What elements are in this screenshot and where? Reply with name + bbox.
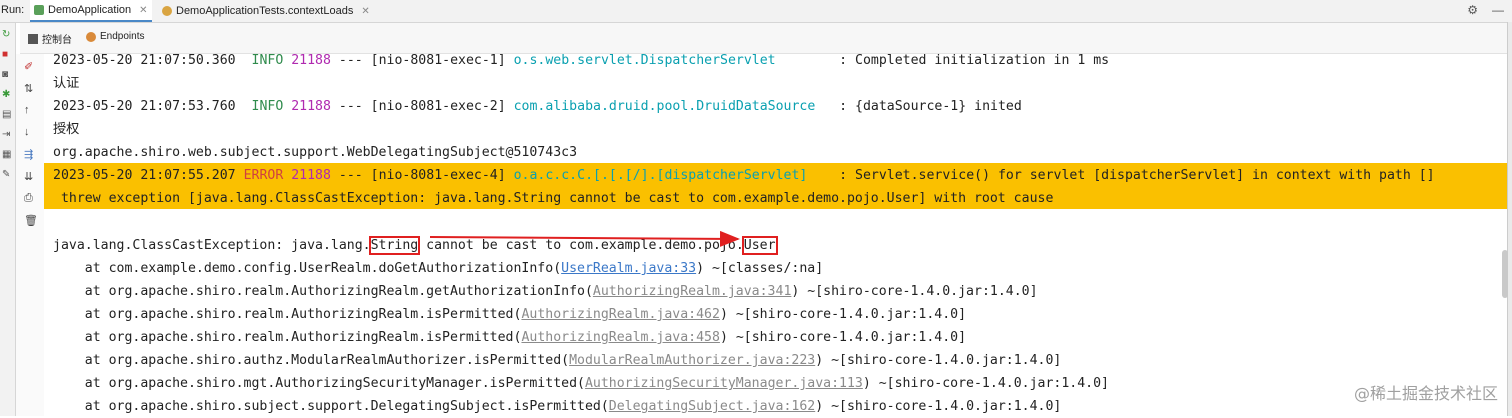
log-line: 2023-05-20 21:07:50.360 INFO 21188 --- [… [53, 53, 1110, 68]
source-link[interactable]: ModularRealmAuthorizer.java:223 [569, 353, 815, 368]
layout-icon[interactable]: ▤ [2, 109, 11, 120]
user-annotation-box: User [741, 236, 778, 255]
endpoints-icon [86, 31, 96, 42]
debug-icon[interactable]: ✱ [2, 89, 10, 100]
stack-frame: at org.apache.shiro.realm.AuthorizingRea… [53, 330, 967, 345]
minimize-icon[interactable]: — [1492, 3, 1504, 17]
soft-wrap-icon[interactable]: ⇶ [24, 148, 33, 161]
clear-icon[interactable]: ✐ [24, 60, 33, 73]
grid-icon[interactable]: ▦ [2, 149, 11, 160]
close-icon[interactable]: ✕ [139, 5, 147, 16]
console-icon [28, 33, 38, 44]
sort-icon[interactable]: ⇅ [24, 82, 33, 95]
source-link[interactable]: AuthorizingRealm.java:462 [521, 307, 720, 322]
watermark: @稀土掘金技术社区 [1353, 384, 1498, 403]
stack-frame: at org.apache.shiro.realm.AuthorizingRea… [53, 307, 967, 322]
exception-line: java.lang.ClassCastException: java.lang.… [53, 236, 778, 255]
down-arrow-icon[interactable]: ↓ [24, 126, 30, 138]
log-line: 授权 [53, 122, 80, 137]
run-label: Run: [1, 4, 25, 16]
source-link[interactable]: AuthorizingRealm.java:458 [521, 330, 720, 345]
gear-icon[interactable]: ⚙ [1467, 3, 1478, 17]
log-line: 认证 [53, 76, 80, 91]
pin-icon[interactable]: ✎ [2, 169, 10, 180]
console-output[interactable]: 2023-05-20 21:07:50.360 INFO 21188 --- [… [44, 53, 1508, 416]
console-toolbar: ✐ ⇅ ↑ ↓ ⇶ ⇊ ⎙ 🗑 [16, 54, 44, 416]
print-icon[interactable]: ⎙ [24, 192, 33, 205]
tab-endpoints[interactable]: Endpoints [86, 31, 144, 42]
stack-frame: at org.apache.shiro.subject.support.Dele… [53, 399, 1062, 414]
close-icon[interactable]: ✕ [361, 6, 369, 17]
stack-frame: at com.example.demo.config.UserRealm.doG… [53, 261, 824, 276]
scrollbar-thumb[interactable] [1502, 250, 1508, 298]
stack-frame: at org.apache.shiro.realm.AuthorizingRea… [53, 284, 1038, 299]
error-line: threw exception [java.lang.ClassCastExce… [53, 191, 1054, 206]
scroll-end-icon[interactable]: ⇊ [24, 170, 33, 183]
log-line: 2023-05-20 21:07:53.760 INFO 21188 --- [… [53, 99, 1022, 114]
source-link[interactable]: UserRealm.java:33 [561, 261, 696, 276]
source-link[interactable]: AuthorizingRealm.java:341 [593, 284, 792, 299]
source-link[interactable]: AuthorizingSecurityManager.java:113 [585, 376, 863, 391]
rerun-icon[interactable]: ↻ [2, 29, 10, 40]
test-icon [162, 6, 172, 16]
left-run-actions: ↻ ■ ◙ ✱ ▤ ⇥ ▦ ✎ [0, 23, 16, 416]
spring-app-icon [34, 5, 44, 15]
stop-icon[interactable]: ■ [2, 49, 8, 60]
trash-icon[interactable]: 🗑 [24, 214, 38, 227]
log-line: org.apache.shiro.web.subject.support.Web… [53, 145, 578, 160]
stack-frame: at org.apache.shiro.mgt.AuthorizingSecur… [53, 376, 1109, 391]
right-edge-panel [1507, 22, 1512, 416]
tab-console[interactable]: 控制台 [28, 31, 72, 46]
run-toolbar: Run: DemoApplication ✕ DemoApplicationTe… [0, 0, 1512, 23]
tab-label: DemoApplicationTests.contextLoads [176, 5, 354, 17]
error-line: 2023-05-20 21:07:55.207 ERROR 21188 --- … [53, 168, 1435, 183]
source-link[interactable]: DelegatingSubject.java:162 [609, 399, 815, 414]
camera-icon[interactable]: ◙ [2, 69, 8, 80]
tab-demo-application[interactable]: DemoApplication ✕ [30, 0, 152, 22]
tab-label: DemoApplication [48, 4, 132, 16]
exit-icon[interactable]: ⇥ [2, 129, 10, 140]
tab-endpoints-label: Endpoints [100, 31, 145, 42]
stack-frame: at org.apache.shiro.authz.ModularRealmAu… [53, 353, 1062, 368]
up-arrow-icon[interactable]: ↑ [24, 104, 30, 116]
tab-demo-application-tests[interactable]: DemoApplicationTests.contextLoads ✕ [158, 0, 374, 22]
tab-console-label: 控制台 [42, 35, 72, 46]
string-annotation-box: String [368, 236, 421, 255]
